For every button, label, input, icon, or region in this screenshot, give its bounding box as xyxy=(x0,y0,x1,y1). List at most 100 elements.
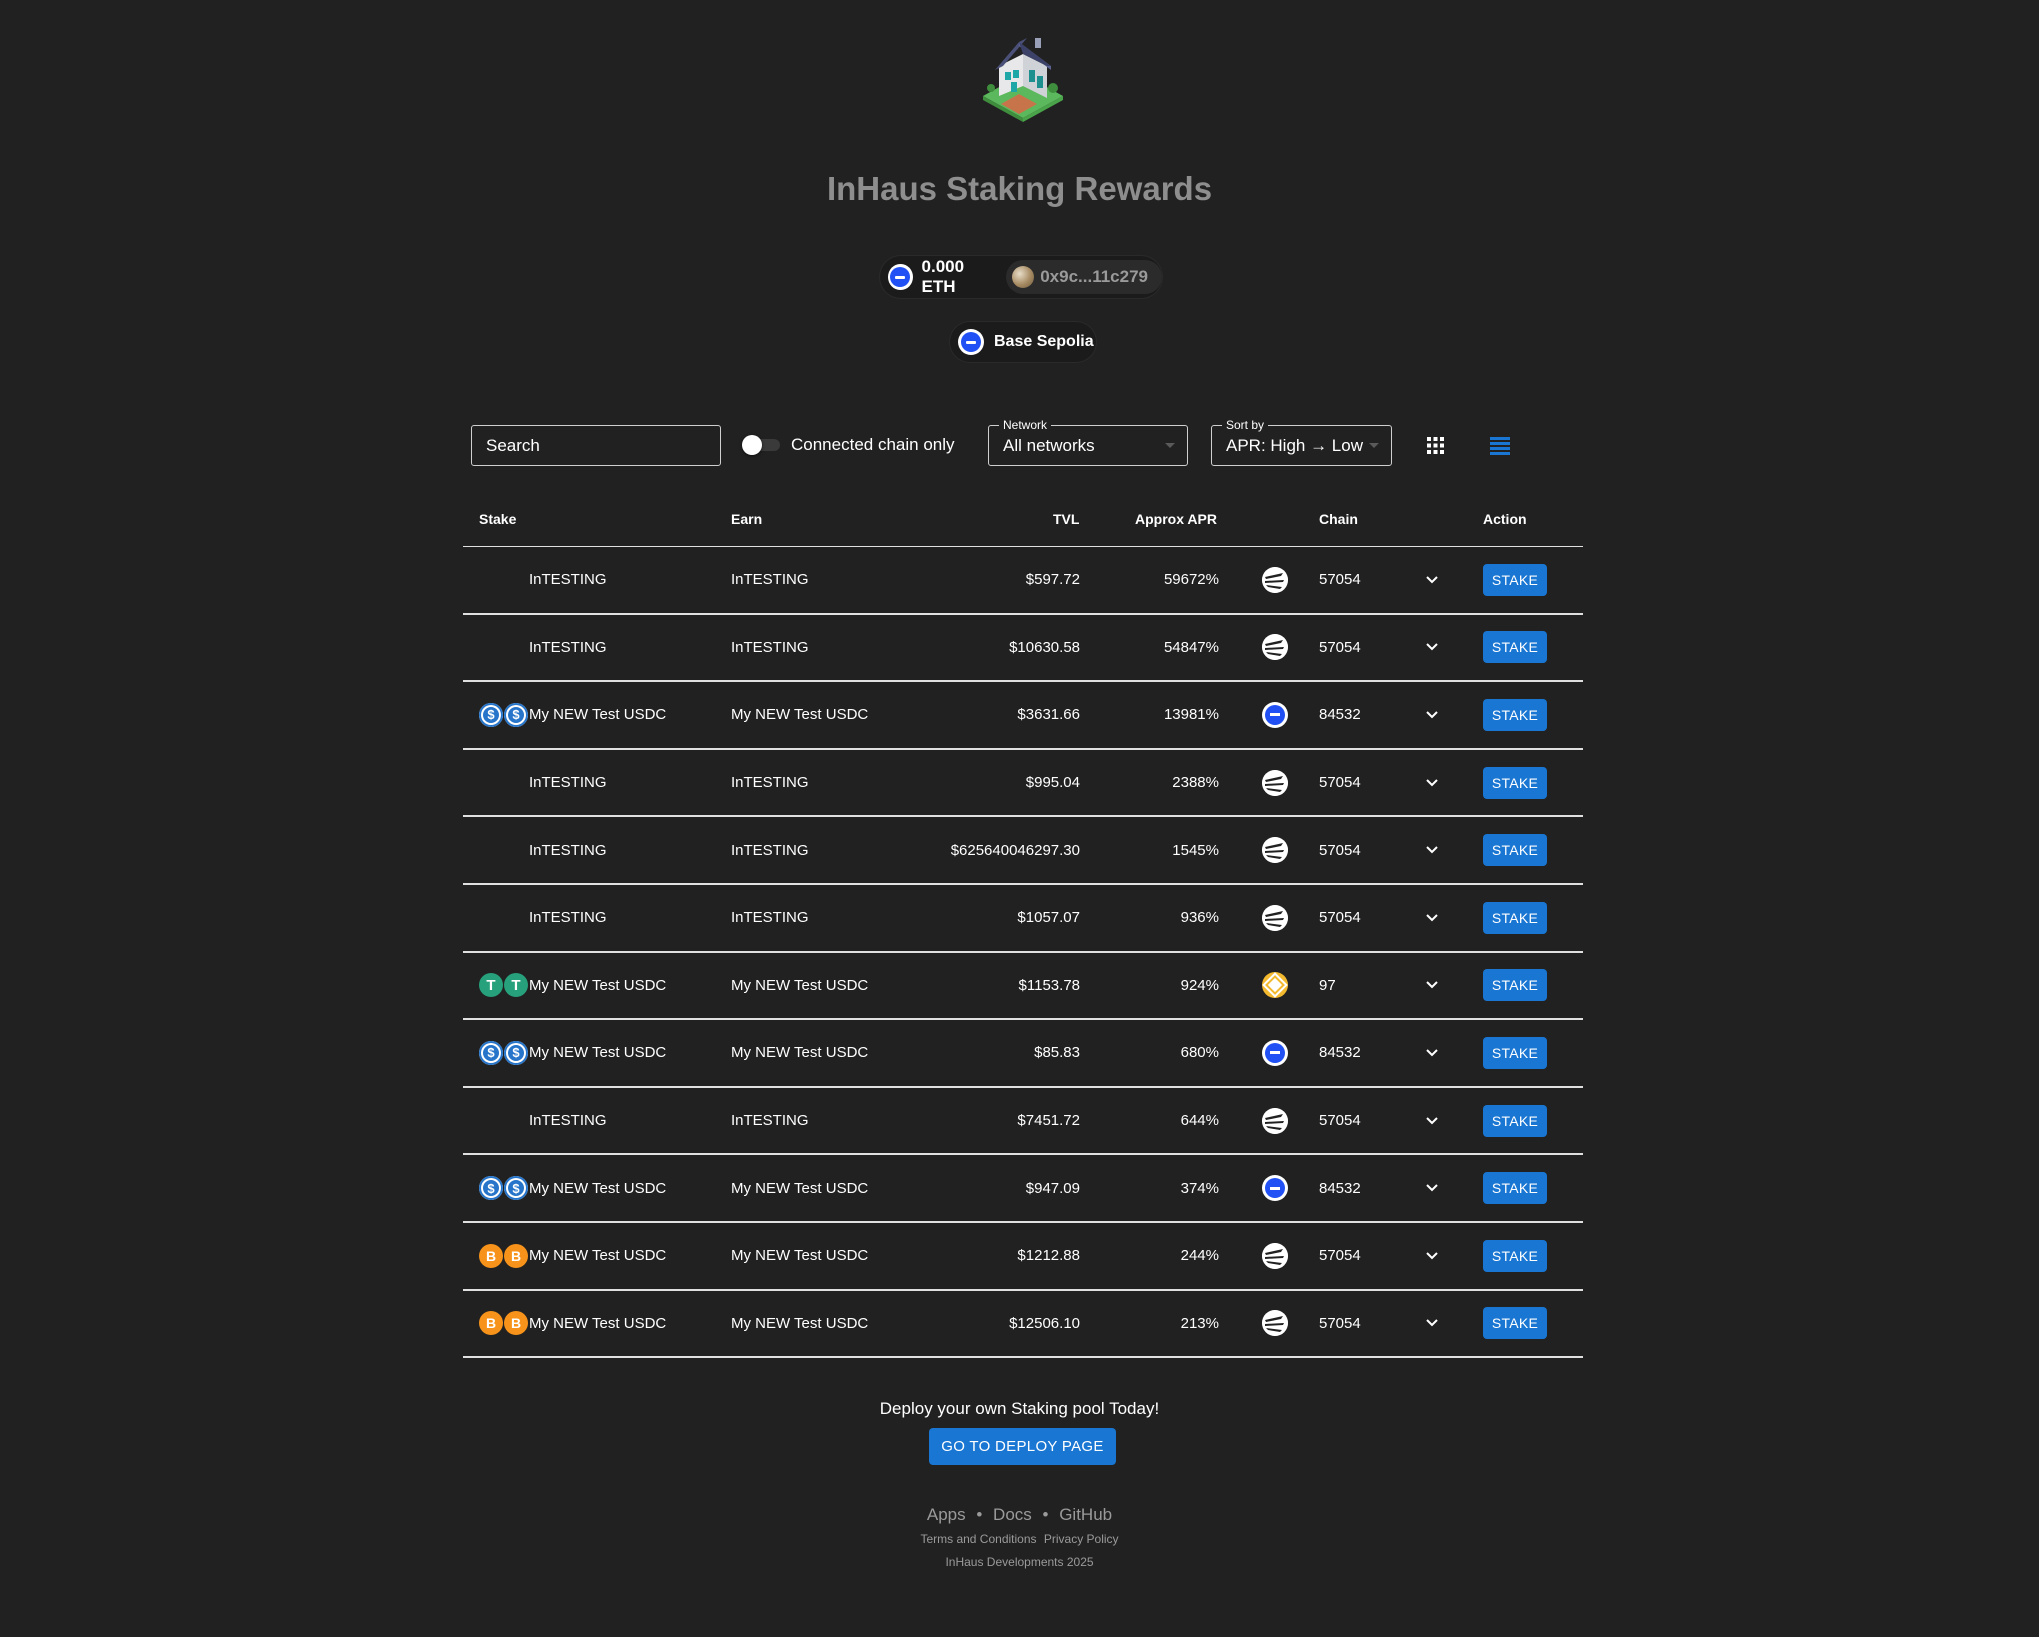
stake-button[interactable]: STAKE xyxy=(1483,1172,1547,1205)
base-chain-icon xyxy=(1262,1175,1288,1202)
tvl-value: $85.83 xyxy=(1034,1044,1080,1062)
apr-value: 213% xyxy=(1180,1314,1219,1332)
fan-chain-icon xyxy=(1262,1107,1288,1134)
stake-button[interactable]: STAKE xyxy=(1483,563,1547,596)
footer-link-docs[interactable]: Docs xyxy=(993,1505,1032,1524)
account-button[interactable]: 0x9c...11c279 xyxy=(1006,260,1162,294)
table-body: InTESTING InTESTING $597.72 59672% 57054 STAK… xyxy=(463,547,1583,1359)
privacy-link[interactable]: Privacy Policy xyxy=(1044,1532,1119,1546)
network-select[interactable]: Network All networks xyxy=(988,418,1188,466)
fan-chain-icon xyxy=(1262,837,1288,864)
stake-button[interactable]: STAKE xyxy=(1483,698,1547,731)
stake-button[interactable]: STAKE xyxy=(1483,631,1547,664)
expand-row-button[interactable] xyxy=(1426,547,1438,613)
chain-icon-cell xyxy=(1262,885,1288,951)
chevron-down-icon xyxy=(1426,1252,1438,1260)
tvl-value: $12506.10 xyxy=(1009,1314,1080,1332)
expand-row-button[interactable] xyxy=(1426,953,1438,1019)
footer-link-apps[interactable]: Apps xyxy=(927,1505,966,1524)
usdt-token-icon: T xyxy=(479,973,503,998)
earn-token-name: My NEW Test USDC xyxy=(731,706,869,724)
table-row: InTESTING InTESTING $7451.72 644% 57054 STAKE xyxy=(463,1088,1583,1156)
chevron-down-icon xyxy=(1426,1184,1438,1192)
stake-button[interactable]: STAKE xyxy=(1483,1307,1547,1340)
chain-id: 84532 xyxy=(1319,1044,1361,1062)
action-cell: STAKE xyxy=(1483,1291,1547,1357)
apr-value: 374% xyxy=(1180,1179,1219,1197)
expand-row-button[interactable] xyxy=(1426,1155,1438,1221)
chain-icon-cell xyxy=(1262,682,1288,748)
stake-button[interactable]: STAKE xyxy=(1483,1036,1547,1069)
intesting-token-icon xyxy=(479,771,503,795)
search-input[interactable]: Search xyxy=(471,425,721,466)
toggle-knob[interactable] xyxy=(742,435,762,455)
stake-token-name: My NEW Test USDC xyxy=(529,1247,667,1265)
network-select-value: All networks xyxy=(1003,435,1095,455)
expand-row-button[interactable] xyxy=(1426,1088,1438,1154)
tvl-value: $1212.88 xyxy=(1017,1247,1080,1265)
table-row: InTESTING InTESTING $597.72 59672% 57054 STAK… xyxy=(463,547,1583,615)
expand-row-button[interactable] xyxy=(1426,1020,1438,1086)
expand-row-button[interactable] xyxy=(1426,750,1438,816)
stake-button[interactable]: STAKE xyxy=(1483,1104,1547,1137)
network-switcher-button[interactable]: Base Sepolia xyxy=(950,322,1096,362)
stake-cell: $ $ My NEW Test USDC xyxy=(479,1020,666,1086)
expand-row-button[interactable] xyxy=(1426,885,1438,951)
chain-icon-cell xyxy=(1262,547,1288,613)
column-header-action: Action xyxy=(1483,511,1527,527)
stake-cell: $ $ My NEW Test USDC xyxy=(479,1155,666,1221)
fan-chain-icon xyxy=(1262,566,1288,593)
terms-link[interactable]: Terms and Conditions xyxy=(920,1532,1036,1546)
action-cell: STAKE xyxy=(1483,547,1547,613)
sort-select-label: Sort by xyxy=(1222,418,1269,432)
action-cell: STAKE xyxy=(1483,885,1547,951)
stake-token-name: InTESTING xyxy=(529,638,607,656)
deploy-page-button[interactable]: GO TO DEPLOY PAGE xyxy=(929,1428,1116,1465)
deploy-prompt: Deploy your own Staking pool Today! xyxy=(879,1399,1160,1418)
tvl-value: $625640046297.30 xyxy=(950,841,1080,859)
usdc-token-icon: $ xyxy=(504,1176,528,1201)
intesting-token-icon xyxy=(504,635,528,659)
action-cell: STAKE xyxy=(1483,953,1547,1019)
expand-row-button[interactable] xyxy=(1426,1223,1438,1289)
stake-button[interactable]: STAKE xyxy=(1483,834,1547,867)
apr-value: 680% xyxy=(1180,1044,1219,1062)
stake-button[interactable]: STAKE xyxy=(1483,969,1547,1002)
intesting-token-icon xyxy=(504,838,528,862)
intesting-token-icon xyxy=(504,568,528,592)
chain-icon-cell xyxy=(1262,615,1288,681)
earn-token-name: InTESTING xyxy=(731,571,809,589)
connected-chain-toggle[interactable] xyxy=(742,435,782,455)
earn-token-name: My NEW Test USDC xyxy=(731,1044,869,1062)
earn-token-name: InTESTING xyxy=(731,841,809,859)
bnb-chain-icon xyxy=(1262,972,1288,999)
stake-cell: InTESTING xyxy=(479,547,607,613)
fan-chain-icon xyxy=(1262,904,1288,931)
earn-token-name: InTESTING xyxy=(731,638,809,656)
expand-row-button[interactable] xyxy=(1426,817,1438,883)
stake-button[interactable]: STAKE xyxy=(1483,766,1547,799)
sort-select[interactable]: Sort by APR: High → Low xyxy=(1211,418,1392,466)
expand-row-button[interactable] xyxy=(1426,1291,1438,1357)
chain-id: 57054 xyxy=(1319,638,1361,656)
wallet-pill[interactable]: 0.000 ETH 0x9c...11c279 xyxy=(880,256,1162,298)
expand-row-button[interactable] xyxy=(1426,682,1438,748)
list-view-icon[interactable] xyxy=(1490,437,1510,455)
stake-token-name: InTESTING xyxy=(529,1112,607,1130)
stake-button[interactable]: STAKE xyxy=(1483,901,1547,934)
expand-row-button[interactable] xyxy=(1426,615,1438,681)
chain-icon-cell xyxy=(1262,1088,1288,1154)
column-header-earn: Earn xyxy=(731,511,763,527)
base-chain-icon xyxy=(1262,701,1288,728)
chain-id: 84532 xyxy=(1319,1179,1361,1197)
grid-view-icon[interactable] xyxy=(1427,437,1444,454)
chain-id: 97 xyxy=(1319,976,1336,994)
intesting-token-icon xyxy=(479,906,503,930)
stake-cell: InTESTING xyxy=(479,750,607,816)
stake-button[interactable]: STAKE xyxy=(1483,1239,1547,1272)
footer-link-github[interactable]: GitHub xyxy=(1059,1505,1112,1524)
stake-token-name: My NEW Test USDC xyxy=(529,1314,667,1332)
intesting-token-icon xyxy=(479,1109,503,1133)
chain-id: 57054 xyxy=(1319,1112,1361,1130)
chevron-down-icon xyxy=(1426,576,1438,584)
